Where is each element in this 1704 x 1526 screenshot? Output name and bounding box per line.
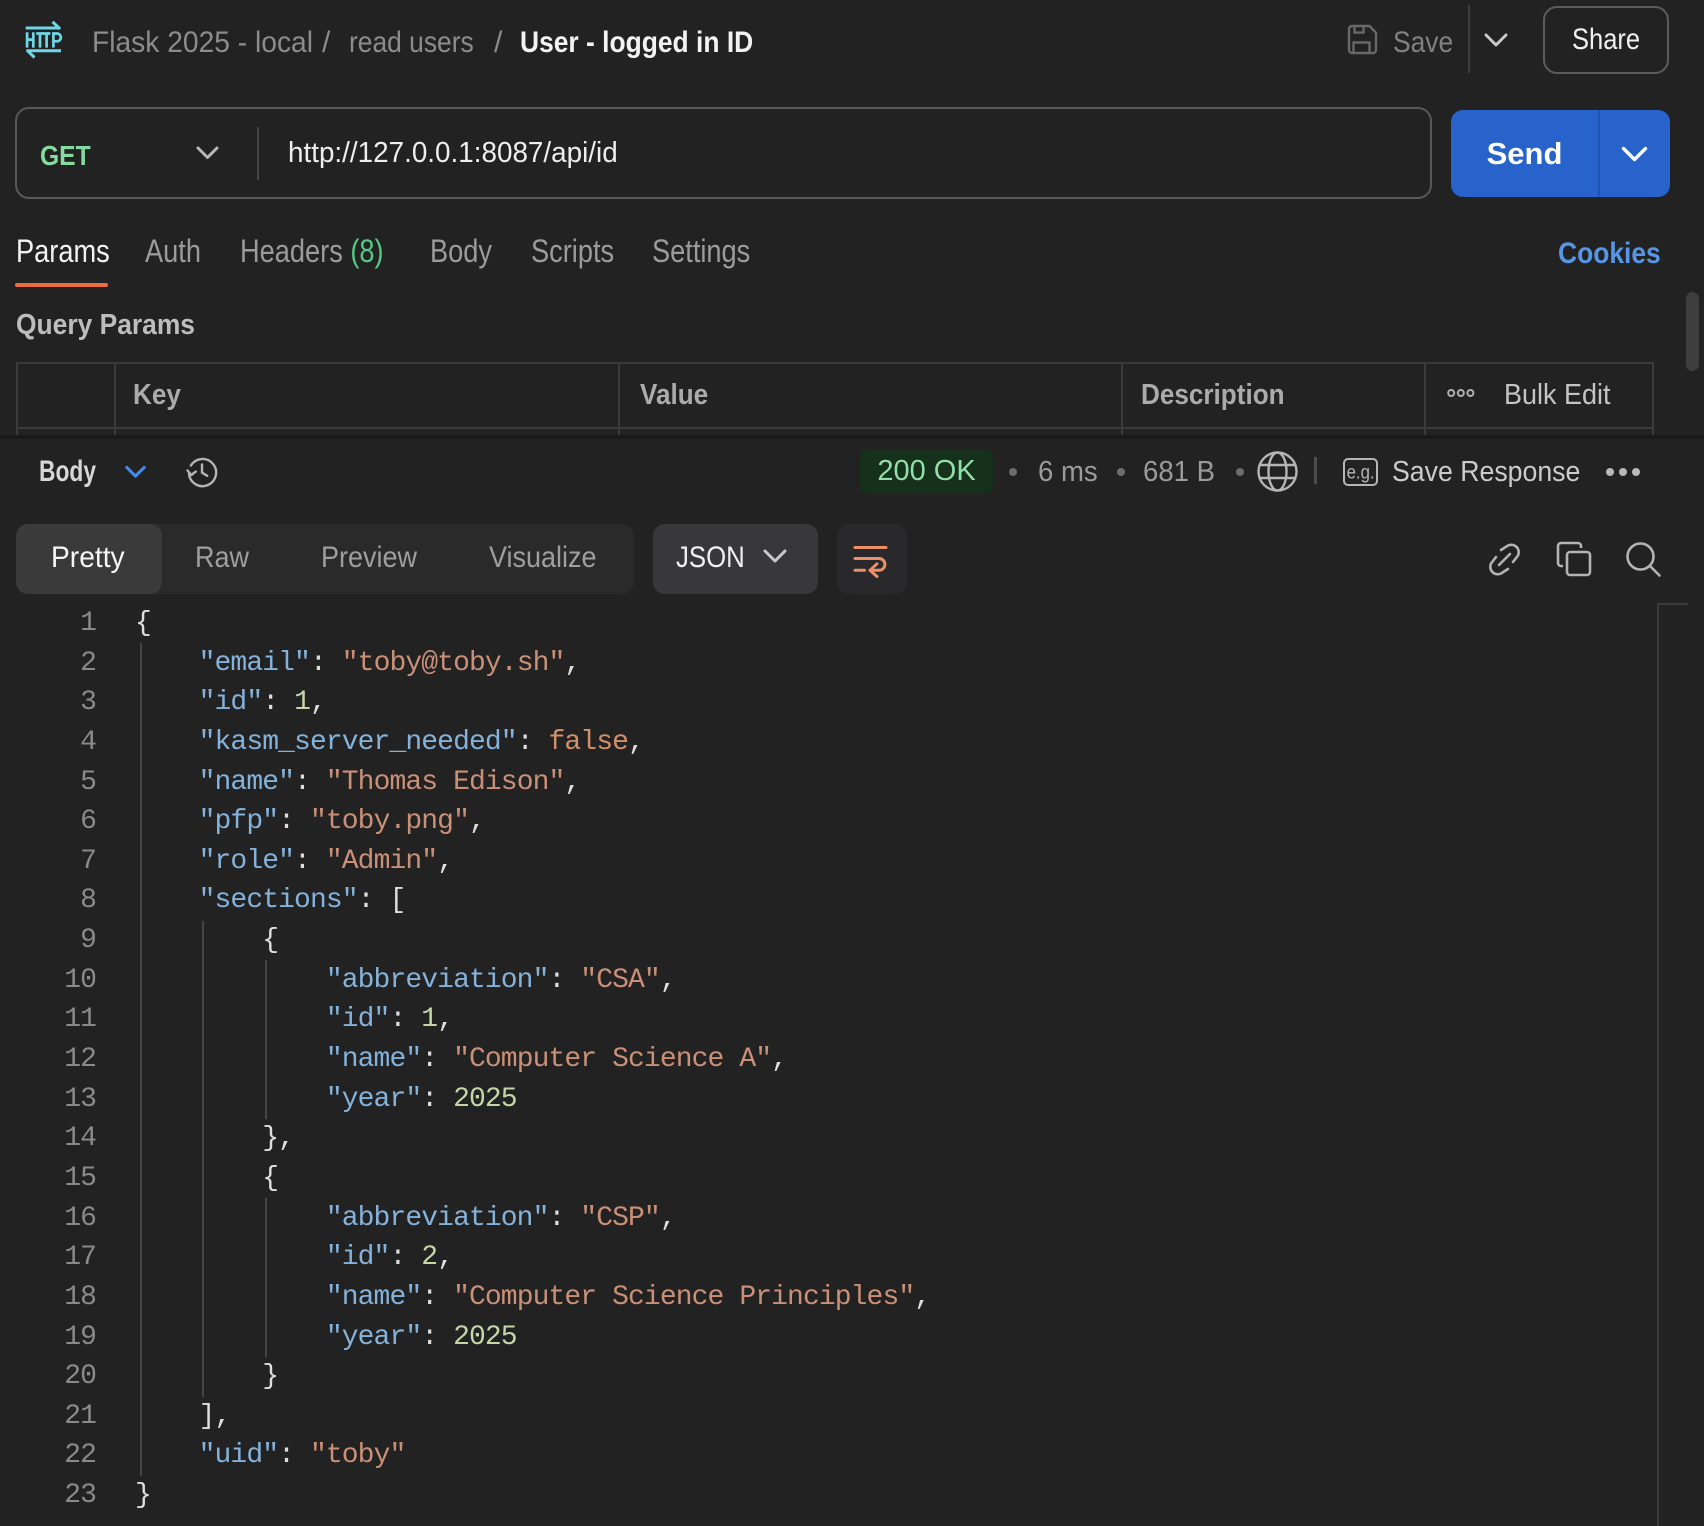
svg-text:e.g.: e.g. <box>1347 463 1375 484</box>
